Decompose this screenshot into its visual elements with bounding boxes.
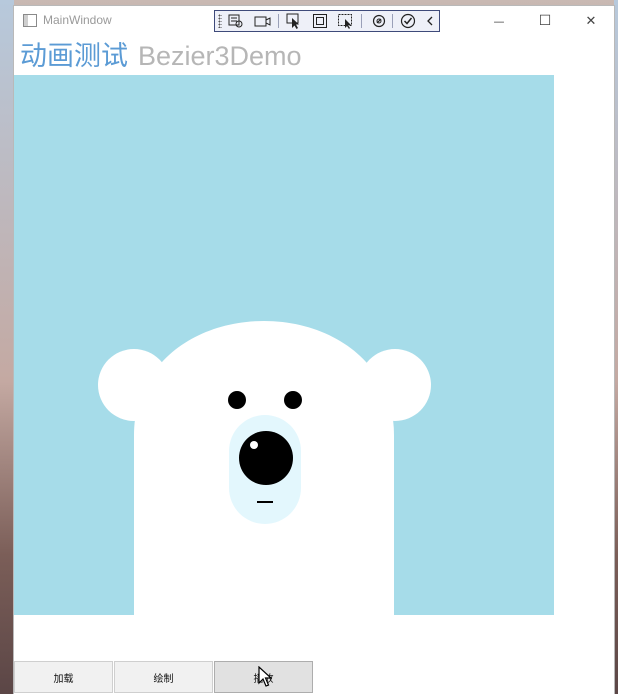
app-window-icon	[23, 14, 37, 27]
bear-right-eye	[284, 391, 302, 409]
debug-toolbar	[214, 10, 440, 32]
toolbar-divider	[361, 14, 362, 28]
maximize-icon: ☐	[538, 13, 552, 29]
close-button[interactable]: ✕	[568, 6, 614, 36]
close-icon: ✕	[585, 13, 597, 29]
page-title: 动画测试	[20, 41, 128, 72]
window-title: MainWindow	[43, 13, 112, 27]
bear-nose	[239, 431, 293, 485]
main-window: MainWindow — ☐ ✕ 动画测试 Bezier3Demo 加载 绘制	[14, 6, 614, 694]
page-subtitle: Bezier3Demo	[138, 41, 302, 71]
desktop-background	[0, 0, 14, 694]
record-icon[interactable]	[253, 13, 273, 29]
mouse-cursor-icon	[258, 666, 272, 687]
toolbar-grip-icon[interactable]	[218, 14, 222, 28]
check-icon[interactable]	[398, 13, 418, 29]
maximize-button[interactable]: ☐	[522, 6, 568, 36]
select-element-icon[interactable]	[226, 13, 246, 29]
page-heading: 动画测试 Bezier3Demo	[20, 40, 302, 73]
bear-nose-highlight	[250, 441, 258, 449]
toolbar-divider	[392, 14, 393, 28]
toolbar-divider	[278, 14, 279, 28]
animation-canvas	[14, 75, 554, 615]
desktop-background-right	[614, 0, 618, 694]
layout-adorner-icon[interactable]	[310, 13, 330, 29]
hot-reload-icon[interactable]	[369, 13, 389, 29]
minimize-button[interactable]: —	[476, 6, 522, 36]
polar-bear-drawing	[98, 321, 431, 615]
bear-left-eye	[228, 391, 246, 409]
draw-button[interactable]: 绘制	[114, 661, 213, 693]
minimize-icon: —	[493, 14, 505, 28]
load-button[interactable]: 加载	[14, 661, 113, 693]
collapse-icon[interactable]	[420, 13, 440, 29]
track-focus-icon[interactable]	[336, 13, 356, 29]
select-pointer-icon[interactable]	[284, 13, 304, 29]
